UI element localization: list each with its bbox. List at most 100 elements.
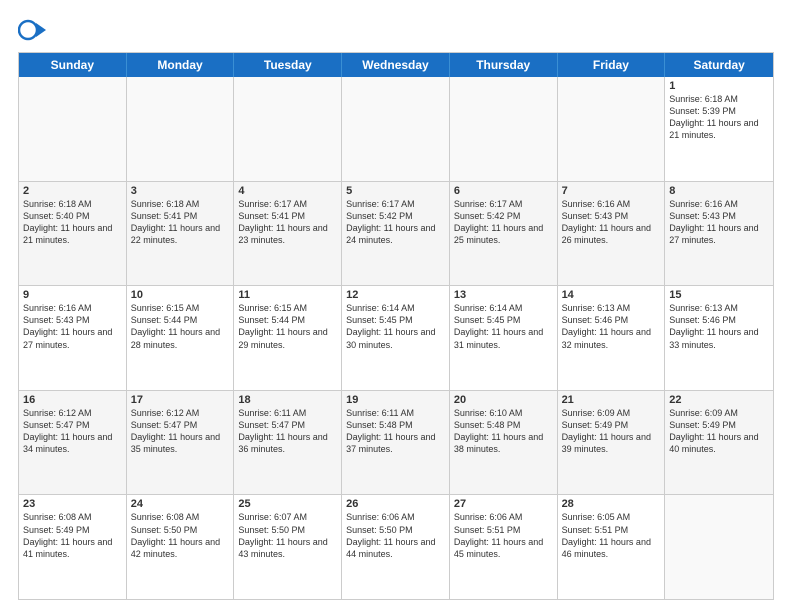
day-number: 20 — [454, 394, 553, 406]
day-number: 7 — [562, 185, 661, 197]
calendar-cell: 2Sunrise: 6:18 AM Sunset: 5:40 PM Daylig… — [19, 182, 127, 286]
calendar-cell: 13Sunrise: 6:14 AM Sunset: 5:45 PM Dayli… — [450, 286, 558, 390]
day-number: 15 — [669, 289, 769, 301]
day-number: 22 — [669, 394, 769, 406]
day-info: Sunrise: 6:09 AM Sunset: 5:49 PM Dayligh… — [669, 407, 769, 456]
calendar-cell: 22Sunrise: 6:09 AM Sunset: 5:49 PM Dayli… — [665, 391, 773, 495]
day-info: Sunrise: 6:12 AM Sunset: 5:47 PM Dayligh… — [131, 407, 230, 456]
calendar-cell: 8Sunrise: 6:16 AM Sunset: 5:43 PM Daylig… — [665, 182, 773, 286]
header-day-tuesday: Tuesday — [234, 53, 342, 77]
day-info: Sunrise: 6:15 AM Sunset: 5:44 PM Dayligh… — [131, 302, 230, 351]
day-info: Sunrise: 6:09 AM Sunset: 5:49 PM Dayligh… — [562, 407, 661, 456]
calendar-cell: 19Sunrise: 6:11 AM Sunset: 5:48 PM Dayli… — [342, 391, 450, 495]
calendar-cell: 27Sunrise: 6:06 AM Sunset: 5:51 PM Dayli… — [450, 495, 558, 599]
day-number: 26 — [346, 498, 445, 510]
day-number: 8 — [669, 185, 769, 197]
calendar-cell: 15Sunrise: 6:13 AM Sunset: 5:46 PM Dayli… — [665, 286, 773, 390]
day-info: Sunrise: 6:17 AM Sunset: 5:42 PM Dayligh… — [454, 198, 553, 247]
day-number: 2 — [23, 185, 122, 197]
day-number: 13 — [454, 289, 553, 301]
calendar-cell: 21Sunrise: 6:09 AM Sunset: 5:49 PM Dayli… — [558, 391, 666, 495]
day-info: Sunrise: 6:17 AM Sunset: 5:41 PM Dayligh… — [238, 198, 337, 247]
page-header — [18, 16, 774, 44]
day-info: Sunrise: 6:16 AM Sunset: 5:43 PM Dayligh… — [562, 198, 661, 247]
day-number: 18 — [238, 394, 337, 406]
day-number: 12 — [346, 289, 445, 301]
day-info: Sunrise: 6:14 AM Sunset: 5:45 PM Dayligh… — [454, 302, 553, 351]
calendar-cell: 1Sunrise: 6:18 AM Sunset: 5:39 PM Daylig… — [665, 77, 773, 181]
day-info: Sunrise: 6:08 AM Sunset: 5:49 PM Dayligh… — [23, 511, 122, 560]
calendar-cell — [127, 77, 235, 181]
day-info: Sunrise: 6:06 AM Sunset: 5:51 PM Dayligh… — [454, 511, 553, 560]
calendar-cell: 17Sunrise: 6:12 AM Sunset: 5:47 PM Dayli… — [127, 391, 235, 495]
header-day-monday: Monday — [127, 53, 235, 77]
day-info: Sunrise: 6:13 AM Sunset: 5:46 PM Dayligh… — [562, 302, 661, 351]
day-info: Sunrise: 6:06 AM Sunset: 5:50 PM Dayligh… — [346, 511, 445, 560]
calendar-cell — [665, 495, 773, 599]
calendar-row-2: 9Sunrise: 6:16 AM Sunset: 5:43 PM Daylig… — [19, 285, 773, 390]
day-info: Sunrise: 6:14 AM Sunset: 5:45 PM Dayligh… — [346, 302, 445, 351]
calendar-cell — [234, 77, 342, 181]
day-number: 19 — [346, 394, 445, 406]
calendar-row-0: 1Sunrise: 6:18 AM Sunset: 5:39 PM Daylig… — [19, 77, 773, 181]
logo-icon — [18, 16, 46, 44]
calendar-cell — [19, 77, 127, 181]
header-day-wednesday: Wednesday — [342, 53, 450, 77]
calendar: SundayMondayTuesdayWednesdayThursdayFrid… — [18, 52, 774, 600]
calendar-cell: 24Sunrise: 6:08 AM Sunset: 5:50 PM Dayli… — [127, 495, 235, 599]
day-info: Sunrise: 6:13 AM Sunset: 5:46 PM Dayligh… — [669, 302, 769, 351]
calendar-row-3: 16Sunrise: 6:12 AM Sunset: 5:47 PM Dayli… — [19, 390, 773, 495]
calendar-cell: 20Sunrise: 6:10 AM Sunset: 5:48 PM Dayli… — [450, 391, 558, 495]
calendar-cell — [558, 77, 666, 181]
header-day-sunday: Sunday — [19, 53, 127, 77]
calendar-cell: 6Sunrise: 6:17 AM Sunset: 5:42 PM Daylig… — [450, 182, 558, 286]
header-day-saturday: Saturday — [665, 53, 773, 77]
calendar-cell: 23Sunrise: 6:08 AM Sunset: 5:49 PM Dayli… — [19, 495, 127, 599]
day-info: Sunrise: 6:16 AM Sunset: 5:43 PM Dayligh… — [23, 302, 122, 351]
calendar-body: 1Sunrise: 6:18 AM Sunset: 5:39 PM Daylig… — [19, 77, 773, 599]
calendar-cell: 25Sunrise: 6:07 AM Sunset: 5:50 PM Dayli… — [234, 495, 342, 599]
day-info: Sunrise: 6:11 AM Sunset: 5:48 PM Dayligh… — [346, 407, 445, 456]
calendar-cell: 5Sunrise: 6:17 AM Sunset: 5:42 PM Daylig… — [342, 182, 450, 286]
header-day-friday: Friday — [558, 53, 666, 77]
day-number: 21 — [562, 394, 661, 406]
day-info: Sunrise: 6:18 AM Sunset: 5:41 PM Dayligh… — [131, 198, 230, 247]
calendar-row-1: 2Sunrise: 6:18 AM Sunset: 5:40 PM Daylig… — [19, 181, 773, 286]
day-number: 23 — [23, 498, 122, 510]
calendar-row-4: 23Sunrise: 6:08 AM Sunset: 5:49 PM Dayli… — [19, 494, 773, 599]
calendar-cell: 14Sunrise: 6:13 AM Sunset: 5:46 PM Dayli… — [558, 286, 666, 390]
calendar-cell: 7Sunrise: 6:16 AM Sunset: 5:43 PM Daylig… — [558, 182, 666, 286]
day-number: 3 — [131, 185, 230, 197]
day-info: Sunrise: 6:08 AM Sunset: 5:50 PM Dayligh… — [131, 511, 230, 560]
day-number: 1 — [669, 80, 769, 92]
day-number: 4 — [238, 185, 337, 197]
day-number: 17 — [131, 394, 230, 406]
calendar-cell: 4Sunrise: 6:17 AM Sunset: 5:41 PM Daylig… — [234, 182, 342, 286]
day-info: Sunrise: 6:17 AM Sunset: 5:42 PM Dayligh… — [346, 198, 445, 247]
day-number: 6 — [454, 185, 553, 197]
day-number: 16 — [23, 394, 122, 406]
day-info: Sunrise: 6:11 AM Sunset: 5:47 PM Dayligh… — [238, 407, 337, 456]
day-number: 5 — [346, 185, 445, 197]
calendar-cell: 9Sunrise: 6:16 AM Sunset: 5:43 PM Daylig… — [19, 286, 127, 390]
day-number: 25 — [238, 498, 337, 510]
day-info: Sunrise: 6:12 AM Sunset: 5:47 PM Dayligh… — [23, 407, 122, 456]
day-number: 24 — [131, 498, 230, 510]
header-day-thursday: Thursday — [450, 53, 558, 77]
calendar-cell: 18Sunrise: 6:11 AM Sunset: 5:47 PM Dayli… — [234, 391, 342, 495]
calendar-cell: 10Sunrise: 6:15 AM Sunset: 5:44 PM Dayli… — [127, 286, 235, 390]
day-number: 9 — [23, 289, 122, 301]
calendar-cell: 11Sunrise: 6:15 AM Sunset: 5:44 PM Dayli… — [234, 286, 342, 390]
day-number: 10 — [131, 289, 230, 301]
day-info: Sunrise: 6:15 AM Sunset: 5:44 PM Dayligh… — [238, 302, 337, 351]
day-info: Sunrise: 6:16 AM Sunset: 5:43 PM Dayligh… — [669, 198, 769, 247]
calendar-cell — [450, 77, 558, 181]
calendar-cell: 16Sunrise: 6:12 AM Sunset: 5:47 PM Dayli… — [19, 391, 127, 495]
day-number: 27 — [454, 498, 553, 510]
calendar-cell: 12Sunrise: 6:14 AM Sunset: 5:45 PM Dayli… — [342, 286, 450, 390]
day-number: 11 — [238, 289, 337, 301]
day-info: Sunrise: 6:10 AM Sunset: 5:48 PM Dayligh… — [454, 407, 553, 456]
day-info: Sunrise: 6:18 AM Sunset: 5:39 PM Dayligh… — [669, 93, 769, 142]
calendar-cell: 3Sunrise: 6:18 AM Sunset: 5:41 PM Daylig… — [127, 182, 235, 286]
day-info: Sunrise: 6:05 AM Sunset: 5:51 PM Dayligh… — [562, 511, 661, 560]
